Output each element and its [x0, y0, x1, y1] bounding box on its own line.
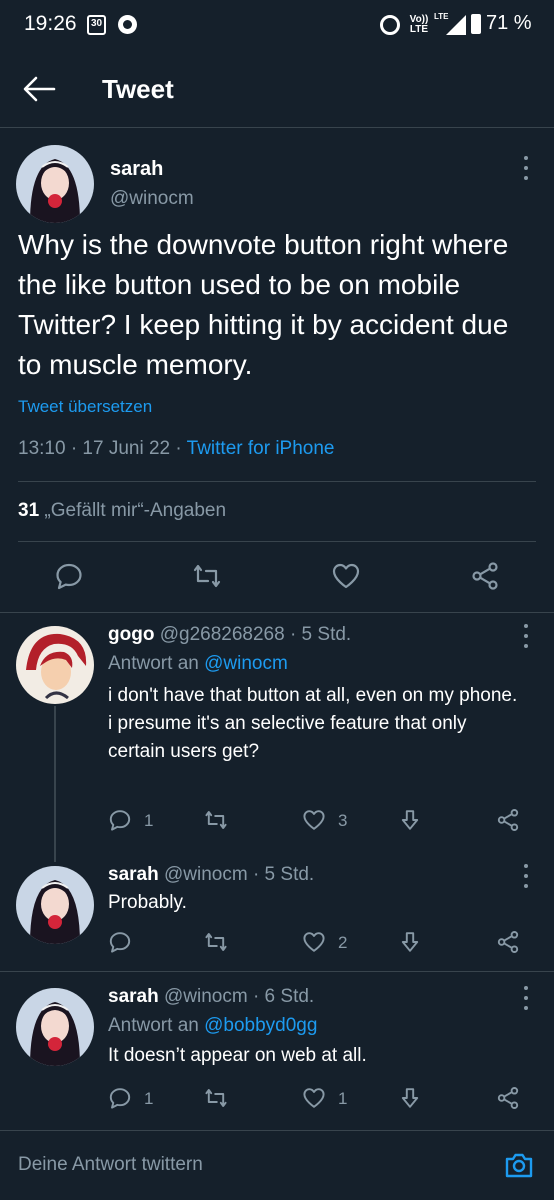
reply-author-name: gogo	[108, 624, 155, 645]
share-icon[interactable]	[470, 561, 500, 591]
reply-to-line: Antwort an @bobbyd0gg	[108, 1015, 317, 1037]
reply-icon[interactable]	[108, 930, 132, 954]
volte-icon: Vo)) LTE	[409, 14, 429, 35]
camera-icon[interactable]	[503, 1149, 535, 1181]
reply-text: Probably.	[108, 889, 518, 917]
reply-text-line: i don't have that button at all, even on…	[108, 685, 518, 706]
translate-link[interactable]: Tweet übersetzen	[18, 397, 152, 417]
tweet-client-link[interactable]: Twitter for iPhone	[187, 438, 335, 459]
likes-summary[interactable]: 31 „Gefällt mir“-Angaben	[18, 500, 226, 522]
like-icon[interactable]	[331, 561, 361, 591]
author-name[interactable]: sarah	[110, 158, 163, 181]
reply-header[interactable]: gogo @g268268268 · 5 Std.	[108, 624, 351, 646]
likes-count: 31	[18, 500, 40, 521]
avatar[interactable]	[16, 988, 94, 1066]
avatar[interactable]	[16, 626, 94, 704]
reply-author-name: sarah	[108, 986, 159, 1007]
reply-author-meta: @winocm · 5 Std.	[158, 864, 315, 885]
like-icon[interactable]	[302, 808, 326, 832]
divider	[0, 971, 554, 972]
reply-author-meta: @g268268268 · 5 Std.	[154, 624, 352, 645]
reply-to-line: Antwort an @winocm	[108, 653, 288, 675]
reply-to-mention[interactable]: @bobbyd0gg	[204, 1015, 317, 1036]
downvote-icon[interactable]	[398, 808, 422, 832]
app-notification-icon	[118, 15, 137, 34]
reply-to-mention[interactable]: @winocm	[204, 653, 288, 674]
retweet-icon[interactable]	[204, 930, 228, 954]
retweet-icon[interactable]	[204, 808, 228, 832]
divider	[18, 481, 536, 482]
reply-header[interactable]: sarah @winocm · 5 Std.	[108, 864, 314, 886]
reply-count: 1	[144, 811, 154, 830]
reply-text-line: It doesn’t appear on web at all.	[108, 1045, 367, 1066]
reply-to-label: Antwort an	[108, 653, 205, 674]
likes-label: „Gefällt mir“-Angaben	[39, 500, 227, 521]
reply-count: 1	[144, 1089, 154, 1108]
avatar[interactable]	[16, 866, 94, 944]
more-options-icon[interactable]	[516, 864, 536, 888]
like-count: 2	[338, 933, 348, 952]
reply-author-name: sarah	[108, 864, 159, 885]
signal-icon	[446, 15, 466, 35]
share-icon[interactable]	[496, 808, 520, 832]
status-time: 19:26	[24, 12, 77, 35]
page-title: Tweet	[102, 74, 174, 104]
tweet-text: Why is the downvote button right where t…	[18, 229, 509, 380]
reply-icon[interactable]	[108, 1086, 132, 1110]
like-count: 3	[338, 811, 348, 830]
avatar[interactable]	[16, 145, 94, 223]
share-icon[interactable]	[496, 1086, 520, 1110]
thread-line	[54, 706, 56, 862]
author-handle[interactable]: @winocm	[110, 188, 194, 210]
status-bar: 19:26 30 Vo)) LTE LTE 71 %	[0, 0, 554, 50]
tweet-timestamp: 13:10 · 17 Juni 22 ·	[18, 438, 187, 459]
more-options-icon[interactable]	[516, 624, 536, 648]
reply-text-line: i presume it's an selective feature that…	[108, 713, 467, 762]
downvote-icon[interactable]	[398, 930, 422, 954]
alarm-icon	[380, 15, 400, 35]
reply-composer-bar: Deine Antwort twittern	[0, 1130, 554, 1200]
divider	[18, 541, 536, 542]
share-icon[interactable]	[496, 930, 520, 954]
retweet-icon[interactable]	[204, 1086, 228, 1110]
battery-icon	[471, 14, 481, 34]
reply-to-label: Antwort an	[108, 1015, 205, 1036]
retweet-icon[interactable]	[192, 561, 222, 591]
reply-icon[interactable]	[108, 808, 132, 832]
reply-text-line: Probably.	[108, 892, 187, 913]
like-icon[interactable]	[302, 930, 326, 954]
tweet-meta: 13:10 · 17 Juni 22 · Twitter for iPhone	[18, 438, 335, 460]
battery-percent: 71 %	[486, 12, 532, 34]
more-options-icon[interactable]	[516, 156, 536, 180]
reply-author-meta: @winocm · 6 Std.	[158, 986, 315, 1007]
divider	[0, 612, 554, 613]
like-icon[interactable]	[302, 1086, 326, 1110]
like-count: 1	[338, 1089, 348, 1108]
reply-text: It doesn’t appear on web at all.	[108, 1042, 518, 1070]
downvote-icon[interactable]	[398, 1086, 422, 1110]
reply-header[interactable]: sarah @winocm · 6 Std.	[108, 986, 314, 1008]
reply-input[interactable]: Deine Antwort twittern	[18, 1154, 203, 1176]
more-options-icon[interactable]	[516, 986, 536, 1010]
reply-text: i don't have that button at all, even on…	[108, 682, 518, 766]
calendar-icon: 30	[87, 15, 106, 35]
reply-icon[interactable]	[54, 561, 84, 591]
app-header: Tweet	[0, 50, 554, 128]
back-arrow-icon[interactable]	[22, 76, 56, 102]
